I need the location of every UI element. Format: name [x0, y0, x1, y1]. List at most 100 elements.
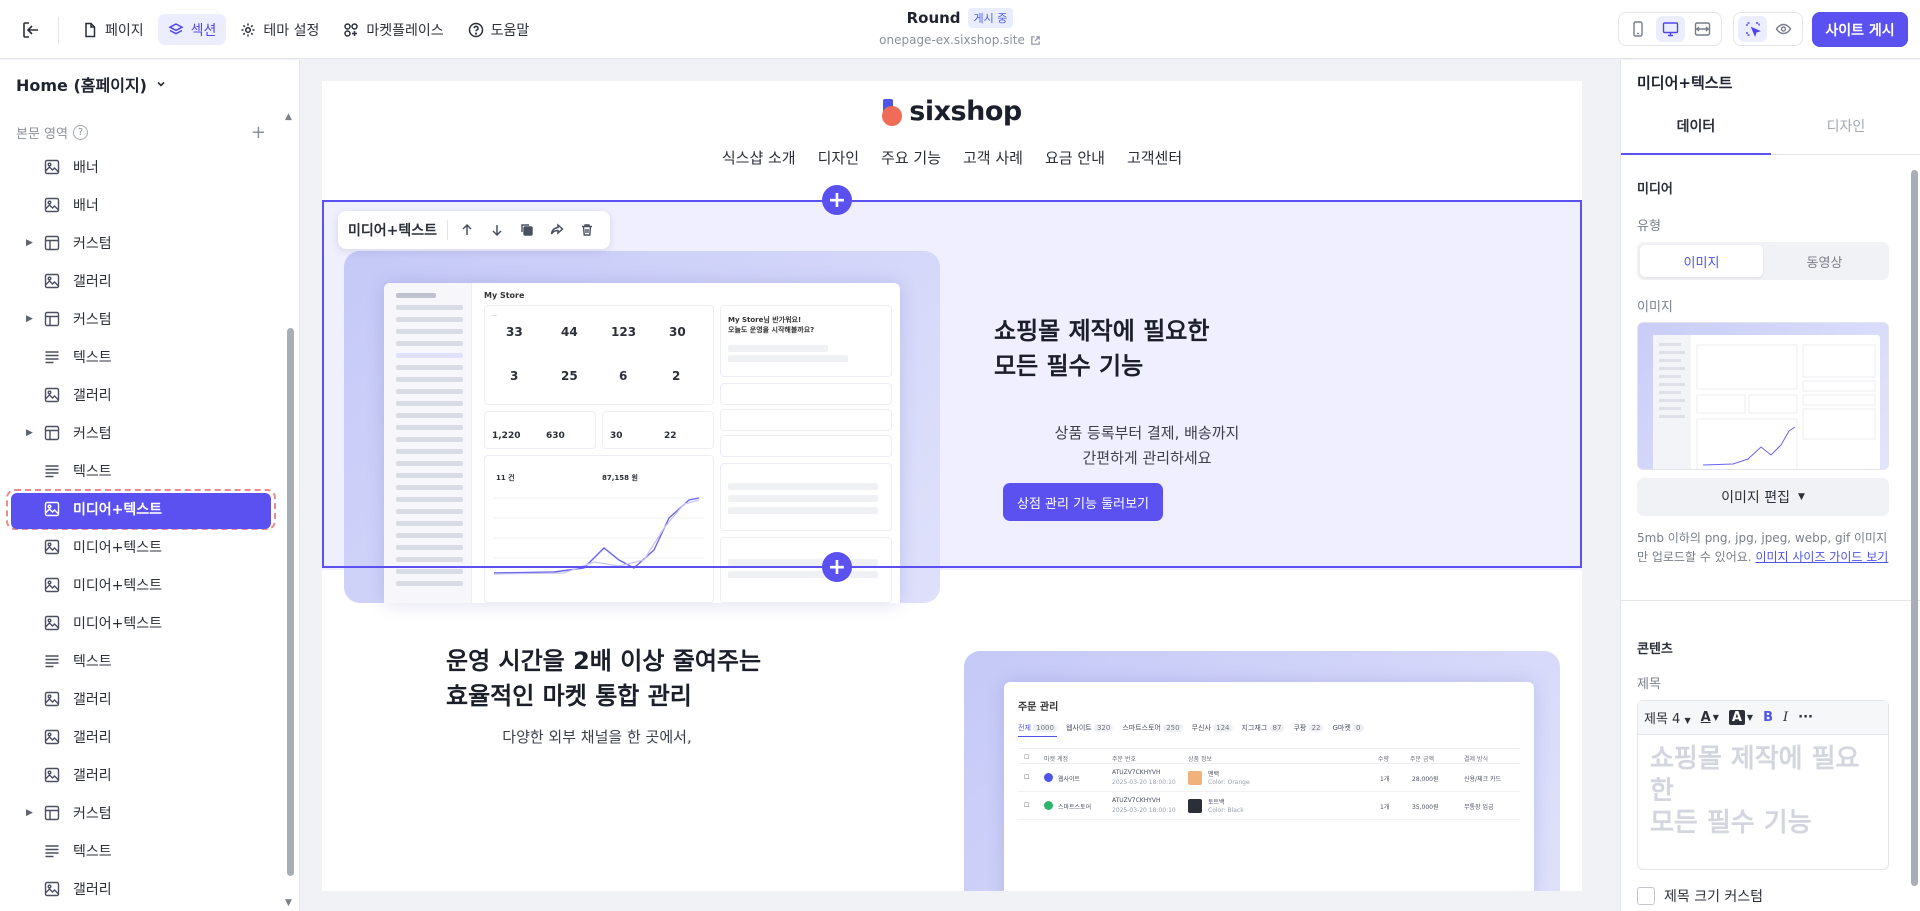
nav-help-button[interactable]: 도움말 [458, 14, 540, 45]
image-edit-button[interactable]: 이미지 편집 ▼ [1637, 478, 1889, 516]
nav-marketplace-button[interactable]: 마켓플레이스 [333, 14, 453, 45]
section-body-text[interactable]: 다양한 외부 채널을 한 곳에서, [422, 726, 772, 747]
site-logo[interactable]: sixshop [322, 96, 1582, 127]
mock-tab-label: 웹사이트 [1065, 724, 1092, 732]
scroll-down-icon[interactable]: ▼ [285, 898, 292, 908]
site-nav-link[interactable]: 고객 사례 [963, 147, 1023, 168]
section-list-item[interactable]: 갤러리 [0, 718, 290, 756]
section-list-item[interactable]: 갤러리 [0, 262, 290, 300]
nav-sections-button[interactable]: 섹션 [157, 14, 227, 45]
nav-pages-button[interactable]: 페이지 [72, 14, 154, 45]
section-list-item[interactable]: 텍스트 [0, 338, 290, 376]
type-image-option[interactable]: 이미지 [1640, 245, 1763, 277]
add-section-below-icon[interactable]: + [822, 552, 852, 582]
section-list-item[interactable]: 미디어+텍스트 [0, 528, 290, 566]
section-list-item-label: 텍스트 [73, 464, 112, 480]
layout-icon [44, 805, 60, 821]
more-icon[interactable]: ··· [1798, 710, 1813, 725]
arrow-up-icon[interactable] [455, 219, 478, 242]
image-icon [44, 197, 60, 213]
cell: 맨백 [1208, 771, 1220, 778]
expand-caret-icon[interactable]: ▶ [26, 808, 33, 818]
checkbox[interactable] [1637, 887, 1655, 905]
cell: 토트백 [1208, 799, 1225, 806]
tab-data[interactable]: 데이터 [1621, 98, 1771, 155]
site-nav-link[interactable]: 디자인 [818, 147, 859, 168]
section-list-item[interactable]: 갤러리 [0, 680, 290, 718]
type-video-option[interactable]: 동영상 [1763, 245, 1886, 277]
nav-theme-button[interactable]: 테마 설정 [230, 14, 329, 45]
publish-button[interactable]: 사이트 게시 [1812, 12, 1908, 47]
expand-caret-icon[interactable]: ▶ [26, 314, 33, 324]
eye-icon[interactable] [1769, 16, 1798, 42]
section-list-item[interactable]: 배너 [0, 148, 290, 186]
logo-text: sixshop [909, 96, 1022, 127]
trash-icon[interactable] [575, 219, 598, 242]
image-icon [44, 577, 60, 593]
section-list-item[interactable]: 텍스트 [0, 452, 290, 490]
scrollbar-thumb[interactable] [1911, 170, 1918, 886]
bold-icon[interactable]: B [1763, 710, 1773, 725]
select-cursor-icon[interactable] [1738, 16, 1767, 42]
section-list-item[interactable]: ▶ 커스텀 [0, 794, 290, 832]
site-nav-link[interactable]: 고객센터 [1127, 147, 1182, 168]
section-list-item[interactable]: 배너 [0, 186, 290, 224]
help-icon[interactable]: ? [72, 125, 88, 140]
section-list-item[interactable]: ▶ 커스텀 [0, 300, 290, 338]
section-list-item[interactable]: 갤러리 [0, 376, 290, 414]
title-editor-text[interactable]: 쇼핑몰 제작에 필요한 모든 필수 기능 [1650, 743, 1878, 839]
grid-plus-icon [343, 22, 359, 38]
arrow-down-icon[interactable] [485, 219, 508, 242]
edit-preview-toggle [1733, 12, 1803, 46]
image-thumbnail[interactable] [1637, 322, 1889, 470]
exit-icon[interactable] [18, 17, 44, 43]
heading-level-select[interactable]: 제목 4 ▼ [1644, 708, 1691, 727]
share-icon[interactable] [545, 219, 568, 242]
site-url-link[interactable]: onepage-ex.sixshop.site [760, 33, 1160, 47]
layout-icon [44, 235, 60, 251]
highlight-color-icon[interactable]: A [1728, 710, 1745, 725]
section-list-item[interactable]: 미디어+텍스트 [6, 489, 276, 530]
desktop-view-icon[interactable] [1655, 16, 1685, 42]
add-section-icon[interactable]: + [251, 122, 266, 143]
size-guide-link[interactable]: 이미지 사이즈 가이드 보기 [1755, 550, 1888, 564]
section-list-item[interactable]: 미디어+텍스트 [0, 566, 290, 604]
section-list-item-label: 갤러리 [73, 388, 112, 404]
section-heading[interactable]: 운영 시간을 2배 이상 줄여주는 효율적인 마켓 통합 관리 [446, 644, 761, 714]
custom-title-size-checkbox[interactable]: 제목 크기 커스텀 [1637, 886, 1763, 906]
site-nav-link[interactable]: 주요 기능 [881, 147, 941, 168]
status-badge: 게시 중 [967, 8, 1014, 28]
add-section-above-icon[interactable]: + [822, 185, 852, 215]
section-list-item[interactable]: 미디어+텍스트 [0, 604, 290, 642]
italic-icon[interactable]: I [1783, 710, 1788, 725]
market-icon [1044, 773, 1053, 782]
section-list-item-label: 미디어+텍스트 [73, 540, 163, 556]
page-select[interactable]: Home (홈페이지) [16, 72, 167, 96]
site-nav-link[interactable]: 식스샵 소개 [722, 147, 796, 168]
section-list-item[interactable]: ▶ 커스텀 [0, 414, 290, 452]
section-list-item[interactable]: ▶ 커스텀 [0, 224, 290, 262]
mobile-view-icon[interactable] [1624, 16, 1653, 42]
file-icon [82, 22, 98, 38]
tab-design[interactable]: 디자인 [1771, 98, 1920, 154]
fit-width-icon[interactable] [1688, 16, 1717, 42]
cell: ATUZV7CKHYVH [1112, 769, 1161, 776]
image-icon [44, 387, 60, 403]
panel-tabs: 데이터 디자인 [1621, 98, 1920, 155]
divider [1621, 600, 1920, 601]
market-icon [1044, 801, 1053, 810]
duplicate-icon[interactable] [515, 219, 538, 242]
mock-order-tab: 지그재그 87 [1242, 723, 1285, 737]
editor-canvas: sixshop 식스샵 소개 디자인 주요 기능 고객 사례 요금 안내 고객센터 My … [300, 60, 1620, 911]
section-list-item[interactable]: 갤러리 [0, 870, 290, 908]
section-list-item[interactable]: 갤러리 [0, 756, 290, 794]
scrollbar-thumb[interactable] [287, 328, 294, 876]
section-list-item[interactable]: 텍스트 [0, 642, 290, 680]
title-editor[interactable]: 제목 4 ▼ A ▼ A ▼ B I ··· 쇼핑몰 제작에 필요한 모든 필수 기… [1637, 700, 1889, 870]
expand-caret-icon[interactable]: ▶ [26, 428, 33, 438]
expand-caret-icon[interactable]: ▶ [26, 238, 33, 248]
scroll-up-icon[interactable]: ▲ [285, 112, 292, 122]
section-list-item[interactable]: 텍스트 [0, 832, 290, 870]
site-nav-link[interactable]: 요금 안내 [1045, 147, 1105, 168]
text-color-icon[interactable]: A [1701, 710, 1711, 725]
